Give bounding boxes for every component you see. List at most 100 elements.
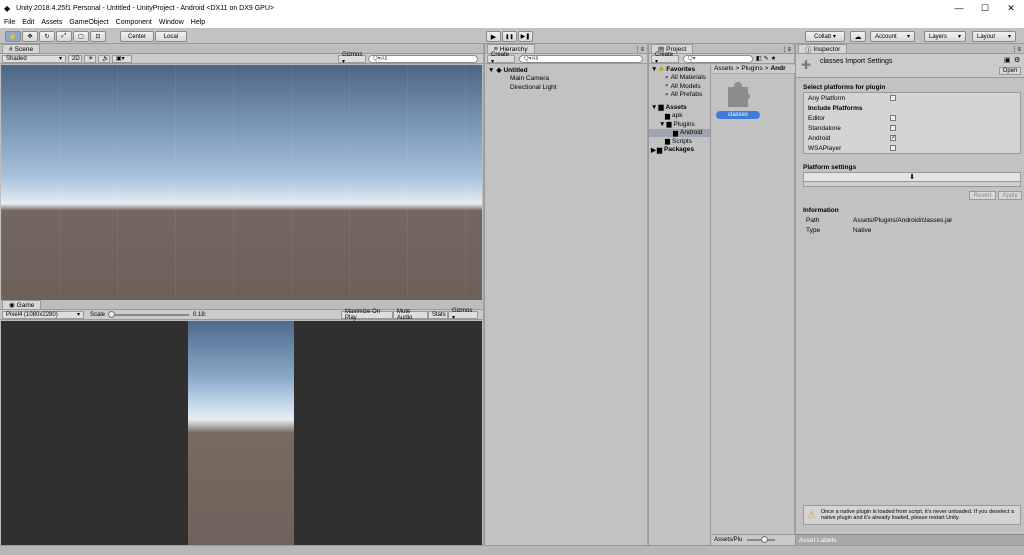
- editor-checkbox[interactable]: [890, 115, 896, 121]
- path-row: Path Assets/Plugins/Android/classes.jar: [803, 215, 1021, 225]
- tab-scene[interactable]: # Scene: [2, 44, 41, 53]
- cloud-icon[interactable]: ☁: [850, 31, 866, 42]
- list-item[interactable]: Directional Light: [485, 83, 647, 92]
- menu-component[interactable]: Component: [116, 19, 152, 26]
- audio-toggle-icon[interactable]: 🔈: [98, 54, 110, 63]
- favorites-label: Favorites: [666, 65, 696, 73]
- minimize-button[interactable]: —: [946, 0, 972, 16]
- expand-arrow-icon[interactable]: ▼: [651, 66, 657, 73]
- stats-toggle[interactable]: Stats: [428, 310, 448, 319]
- play-button[interactable]: ▶: [486, 31, 501, 42]
- scale-tool-icon[interactable]: ⤢: [56, 31, 72, 42]
- list-item[interactable]: ⌕ All Models: [649, 82, 710, 91]
- apply-button[interactable]: Apply: [998, 191, 1022, 200]
- panel-menu-icon[interactable]: ⋮≡: [1011, 46, 1021, 53]
- breadcrumb-assets[interactable]: Assets: [714, 65, 734, 72]
- 2d-toggle[interactable]: 2D: [68, 54, 82, 63]
- hierarchy-search-input[interactable]: Q▾All: [519, 54, 643, 63]
- expand-arrow-icon[interactable]: ▼: [651, 104, 657, 111]
- filter-type-icon[interactable]: ◧: [756, 55, 762, 62]
- scale-slider-thumb[interactable]: [108, 310, 116, 318]
- tab-inspector[interactable]: ⓘ Inspector: [798, 44, 848, 54]
- folder-icon: ▆: [657, 146, 662, 154]
- open-button[interactable]: Open: [999, 67, 1021, 75]
- pause-button[interactable]: ❚❚: [502, 31, 517, 42]
- any-platform-label: Any Platform: [808, 94, 846, 102]
- chevron-down-icon: ▾: [76, 312, 80, 318]
- account-button[interactable]: Account ▾: [870, 31, 915, 42]
- standalone-checkbox[interactable]: [890, 125, 896, 131]
- menu-help[interactable]: Help: [191, 19, 205, 26]
- pivot-center-button[interactable]: Center: [120, 31, 154, 42]
- asset-tile[interactable]: classes: [716, 81, 760, 119]
- list-item[interactable]: ▆ Android: [649, 128, 710, 137]
- list-item[interactable]: ⌕ All Materials: [649, 74, 710, 83]
- panel-menu-icon[interactable]: ⋮≡: [634, 46, 644, 53]
- project-create-dropdown[interactable]: Create ▾: [651, 52, 679, 65]
- mute-audio-toggle[interactable]: Mute Audio: [393, 309, 428, 321]
- list-item[interactable]: ▼ ▆ Plugins: [649, 120, 710, 129]
- breadcrumb-plugins[interactable]: Plugins: [741, 65, 762, 72]
- android-checkbox[interactable]: ✓: [890, 135, 896, 141]
- close-button[interactable]: ✕: [998, 0, 1024, 16]
- asset-labels-bar[interactable]: Asset Labels: [796, 534, 1024, 545]
- menu-file[interactable]: File: [4, 19, 15, 26]
- expand-arrow-icon[interactable]: ▶: [651, 146, 656, 154]
- project-search-input[interactable]: Q▾: [683, 54, 753, 63]
- collab-button[interactable]: Collab ▾: [805, 31, 845, 42]
- icon-size-slider[interactable]: [747, 536, 776, 543]
- rotate-tool-icon[interactable]: ↻: [39, 31, 55, 42]
- scale-slider[interactable]: [108, 310, 190, 318]
- pivot-center-label: Center: [127, 33, 146, 40]
- game-viewport[interactable]: [1, 321, 482, 545]
- assets-folder-item[interactable]: ▼ ▆ Assets: [649, 103, 710, 112]
- transform-tool-icon[interactable]: ⊡: [90, 31, 106, 42]
- step-button[interactable]: ▶❚: [518, 31, 533, 42]
- menu-window[interactable]: Window: [159, 19, 184, 26]
- shading-mode-dropdown[interactable]: Shaded ▾: [2, 54, 66, 63]
- wsaplayer-checkbox[interactable]: [890, 145, 896, 151]
- expand-arrow-icon[interactable]: ▼: [488, 67, 494, 74]
- expand-arrow-icon[interactable]: ▼: [659, 121, 665, 128]
- layers-button[interactable]: Layers ▾: [924, 31, 966, 42]
- list-item[interactable]: Main Camera: [485, 75, 647, 84]
- menu-assets[interactable]: Assets: [41, 19, 62, 26]
- panel-menu-icon[interactable]: ⋮≡: [781, 46, 791, 53]
- list-item[interactable]: ⌕ All Prefabs: [649, 91, 710, 100]
- menu-edit[interactable]: Edit: [22, 19, 34, 26]
- list-item[interactable]: ▆ Scripts: [649, 137, 710, 146]
- unity-logo-icon: ◆: [4, 3, 11, 13]
- stats-label: Stats: [432, 311, 446, 318]
- hierarchy-create-dropdown[interactable]: Create ▾: [487, 52, 515, 65]
- display-resolution-dropdown[interactable]: Pixel4 (1080x2280) ▾: [2, 310, 84, 319]
- tab-game[interactable]: ◉ Game: [2, 300, 42, 309]
- scene-viewport[interactable]: [1, 65, 482, 300]
- settings-icon[interactable]: ▣: [1004, 56, 1011, 64]
- gear-icon[interactable]: ⚙: [1014, 56, 1020, 64]
- list-item[interactable]: ▆ apk: [649, 112, 710, 121]
- maximize-on-play-toggle[interactable]: Maximize On Play: [341, 309, 393, 321]
- gizmos-dropdown[interactable]: Gizmos ▾: [338, 52, 366, 65]
- game-gizmos-dropdown[interactable]: Gizmos ▾: [448, 308, 478, 321]
- packages-folder-item[interactable]: ▶ ▆ Packages: [649, 146, 710, 155]
- hand-tool-icon[interactable]: ✋: [5, 31, 21, 42]
- any-platform-checkbox[interactable]: [890, 95, 896, 101]
- rect-tool-icon[interactable]: ▢: [73, 31, 89, 42]
- revert-button[interactable]: Revert: [969, 191, 996, 200]
- move-tool-icon[interactable]: ✥: [22, 31, 38, 42]
- scene-root-item[interactable]: ▼ ◆ Untitled: [485, 66, 647, 75]
- icon-size-slider-thumb[interactable]: [761, 536, 769, 543]
- maximize-button[interactable]: ☐: [972, 0, 998, 16]
- lighting-toggle-icon[interactable]: ☀: [84, 54, 96, 63]
- filter-label-icon[interactable]: ✎: [764, 55, 769, 62]
- breadcrumb-android[interactable]: Andr: [770, 65, 785, 72]
- menu-gameobject[interactable]: GameObject: [69, 19, 108, 26]
- effects-dropdown-icon[interactable]: ▣▾: [112, 54, 132, 63]
- scene-search-input[interactable]: Q▾All: [368, 54, 478, 63]
- star-filter-icon[interactable]: ★: [771, 55, 776, 62]
- star-icon: ★: [658, 66, 665, 74]
- favorites-item[interactable]: ▼ ★ Favorites: [649, 65, 710, 74]
- platform-settings-tab[interactable]: ⬇: [803, 172, 1021, 182]
- pivot-local-button[interactable]: Local: [155, 31, 187, 42]
- layout-button[interactable]: Layout ▾: [972, 31, 1016, 42]
